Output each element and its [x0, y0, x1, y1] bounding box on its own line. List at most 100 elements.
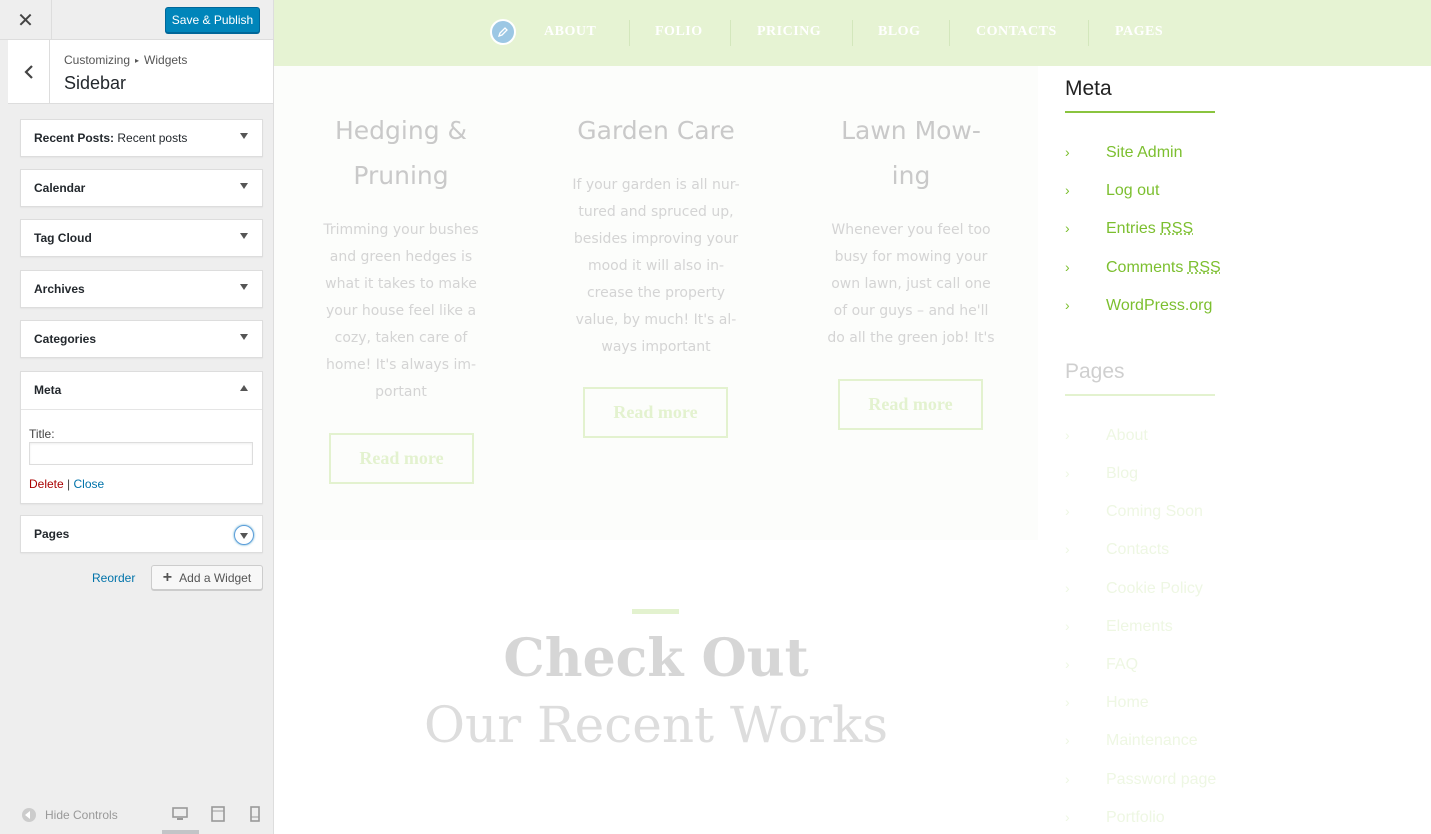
- service-title: Hedging & Pruning: [301, 108, 501, 198]
- nav-divider: [730, 20, 731, 46]
- back-button[interactable]: [8, 40, 50, 104]
- arrow-down-icon: [240, 133, 248, 139]
- meta-link-log-out[interactable]: › Log out: [1065, 182, 1159, 200]
- page-link[interactable]: › Maintenance: [1065, 732, 1198, 750]
- tablet-icon[interactable]: [210, 806, 226, 822]
- service-text-line: what it takes to make: [325, 276, 477, 292]
- meta-link-site-admin[interactable]: › Site Admin: [1065, 144, 1182, 162]
- add-widget-button[interactable]: + Add a Widget: [151, 565, 263, 590]
- service-title-line: Garden Care: [577, 116, 735, 145]
- chevron-right-icon: ›: [1065, 144, 1070, 160]
- meta-link-entries-rss[interactable]: › Entries RSS: [1065, 220, 1193, 238]
- page-link[interactable]: › Blog: [1065, 465, 1138, 483]
- page-link-text: Cookie Policy: [1106, 580, 1203, 597]
- read-more-button[interactable]: Read more: [838, 379, 983, 430]
- widget-title: Meta: [34, 383, 62, 397]
- service-text-line: besides improving your: [573, 231, 739, 247]
- save-publish-button[interactable]: Save & Publish: [165, 7, 260, 33]
- desktop-icon[interactable]: [172, 806, 188, 822]
- widget-title: Archives: [34, 282, 85, 296]
- meta-link-text: Comments: [1106, 259, 1184, 276]
- meta-heading-underline: [1065, 111, 1215, 113]
- delete-link[interactable]: Delete: [29, 477, 64, 491]
- hide-controls-button[interactable]: Hide Controls: [22, 808, 118, 822]
- widget-categories[interactable]: Categories: [20, 320, 263, 358]
- chevron-right-icon: ›: [1065, 182, 1070, 198]
- page-link-text: About: [1106, 427, 1148, 444]
- reorder-link[interactable]: Reorder: [92, 571, 135, 585]
- rss-abbr: RSS: [1187, 259, 1221, 276]
- meta-link-comments-rss[interactable]: › Comments RSS: [1065, 259, 1221, 277]
- widget-calendar[interactable]: Calendar: [20, 169, 263, 207]
- read-more-button[interactable]: Read more: [583, 387, 728, 438]
- arrow-down-icon: [240, 533, 248, 539]
- close-customizer-button[interactable]: ✕: [0, 0, 52, 40]
- widget-meta: Meta Title: Delete | Close: [20, 371, 263, 504]
- nav-folio[interactable]: FOLIO: [655, 24, 703, 40]
- page-link[interactable]: › Coming Soon: [1065, 503, 1203, 521]
- chevron-right-icon: ›: [1065, 465, 1070, 481]
- arrow-down-icon: [240, 233, 248, 239]
- breadcrumb-customizing: Customizing: [64, 53, 131, 67]
- widget-title: Calendar: [34, 181, 86, 195]
- service-text-line: value, by much! It's al-: [575, 312, 737, 328]
- page-link[interactable]: › Portfolio: [1065, 809, 1165, 827]
- service-text-line: crease the property: [586, 285, 726, 301]
- widget-tag-cloud[interactable]: Tag Cloud: [20, 219, 263, 257]
- service-title: Lawn Mow- ing: [811, 108, 1011, 198]
- nav-pages[interactable]: PAGES: [1115, 24, 1163, 40]
- page-link[interactable]: › Cookie Policy: [1065, 580, 1203, 598]
- service-text-line: Whenever you feel too: [831, 222, 991, 238]
- page-link-text: Coming Soon: [1106, 503, 1203, 520]
- service-text-line: busy for mowing your: [834, 249, 988, 265]
- nav-pricing[interactable]: PRICING: [757, 24, 821, 40]
- hide-controls-label: Hide Controls: [45, 808, 118, 822]
- page-link[interactable]: › Elements: [1065, 618, 1173, 636]
- nav-contacts[interactable]: CONTACTS: [976, 24, 1057, 40]
- active-device-indicator: [162, 830, 199, 834]
- mobile-icon[interactable]: [247, 806, 263, 822]
- nav-about[interactable]: ABOUT: [544, 24, 596, 40]
- pages-widget-heading: Pages: [1065, 360, 1125, 383]
- chevron-left-icon: [23, 65, 33, 79]
- chevron-right-icon: ›: [1065, 809, 1070, 825]
- breadcrumb: Customizing ▸ Widgets: [64, 53, 187, 67]
- breadcrumb-separator: ▸: [135, 56, 140, 65]
- page-link[interactable]: › About: [1065, 427, 1148, 445]
- chevron-right-icon: ›: [1065, 220, 1070, 236]
- meta-link-wordpress[interactable]: › WordPress.org: [1065, 297, 1212, 315]
- widget-pages[interactable]: Pages: [20, 515, 263, 553]
- rss-abbr: RSS: [1160, 220, 1194, 237]
- widget-meta-header[interactable]: Meta: [21, 372, 262, 410]
- chevron-right-icon: ›: [1065, 297, 1070, 313]
- plus-icon: +: [162, 568, 173, 586]
- nav-blog[interactable]: BLOG: [878, 24, 920, 40]
- service-text-line: own lawn, just call one: [831, 276, 991, 292]
- title-field[interactable]: [29, 442, 253, 465]
- meta-link-text: Entries: [1106, 220, 1156, 237]
- service-title-line: Pruning: [353, 161, 449, 190]
- chevron-right-icon: ›: [1065, 427, 1070, 443]
- page-link[interactable]: › FAQ: [1065, 656, 1138, 674]
- customizer-footer: Hide Controls: [0, 796, 273, 834]
- page-link[interactable]: › Contacts: [1065, 541, 1169, 559]
- page-link[interactable]: › Password page: [1065, 771, 1216, 789]
- arrow-down-icon: [240, 334, 248, 340]
- widget-sublabel: Recent posts: [117, 131, 188, 145]
- heading-accent-bar: [632, 609, 679, 614]
- chevron-right-icon: ›: [1065, 771, 1070, 787]
- action-separator: |: [67, 477, 71, 491]
- widget-actions: Delete | Close: [29, 477, 104, 491]
- widget-archives[interactable]: Archives: [20, 270, 263, 308]
- pages-toggle-button[interactable]: [234, 525, 254, 545]
- service-text-line: mood it will also in-: [587, 258, 725, 274]
- page-link[interactable]: › Home: [1065, 694, 1149, 712]
- page-link-text: Home: [1106, 694, 1149, 711]
- chevron-right-icon: ›: [1065, 580, 1070, 596]
- close-link[interactable]: Close: [74, 477, 105, 491]
- widget-recent-posts[interactable]: Recent Posts: Recent posts: [20, 119, 263, 157]
- edit-shortcut-button[interactable]: [490, 19, 516, 45]
- widget-label: Recent Posts:: [34, 131, 115, 145]
- read-more-button[interactable]: Read more: [329, 433, 474, 484]
- chevron-right-icon: ›: [1065, 259, 1070, 275]
